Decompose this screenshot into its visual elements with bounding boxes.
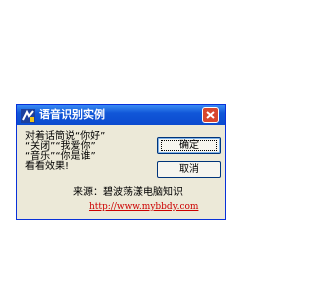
cancel-button-label: 取消 xyxy=(179,164,199,175)
instruction-text: 对着话筒说“你好” “关闭”“我爱你” “音乐”“你是谁” 看看效果! xyxy=(25,132,137,172)
title-bar[interactable]: 语音识别实例 xyxy=(17,105,225,125)
ok-button[interactable]: 确定 xyxy=(157,137,221,154)
close-icon xyxy=(206,111,215,119)
dialog-window: 语音识别实例 对着话筒说“你好” “关闭”“我爱你” “音乐”“你是谁” 看看效… xyxy=(16,104,226,220)
speech-app-icon xyxy=(21,108,35,123)
close-button[interactable] xyxy=(202,107,219,123)
instruction-line: 看看效果! xyxy=(25,161,70,172)
window-title: 语音识别实例 xyxy=(39,108,105,121)
website-link[interactable]: http://www.mybbdy.com xyxy=(89,202,198,213)
cancel-button[interactable]: 取消 xyxy=(157,161,221,178)
focus-ring xyxy=(161,140,217,151)
source-credit: 来源：碧波荡漾电脑知识 xyxy=(73,187,183,198)
